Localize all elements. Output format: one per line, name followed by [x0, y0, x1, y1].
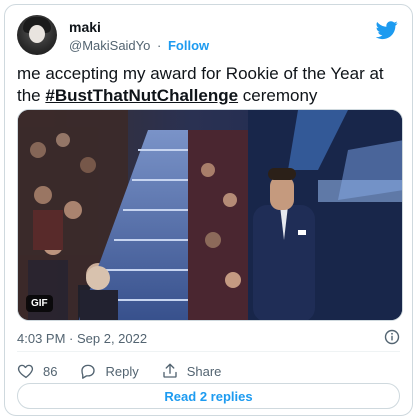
- reply-button[interactable]: Reply: [79, 362, 139, 380]
- like-button[interactable]: 86: [17, 362, 57, 380]
- info-icon[interactable]: [384, 329, 400, 345]
- reply-bubble-icon: [81, 364, 96, 379]
- separator-dot: ·: [157, 38, 162, 53]
- avatar-face: [29, 25, 45, 43]
- display-name[interactable]: maki: [69, 19, 101, 35]
- tweet-header: maki @MakiSaidYo · Follow: [17, 15, 400, 59]
- hashtag-link[interactable]: #BustThatNutChallenge: [45, 86, 238, 105]
- share-label: Share: [186, 363, 222, 379]
- gif-badge: GIF: [26, 295, 53, 312]
- user-handle[interactable]: @MakiSaidYo: [69, 38, 150, 53]
- like-count: 86: [43, 363, 58, 379]
- divider: [17, 351, 400, 352]
- gif-frame-scene: [18, 110, 402, 320]
- twitter-bird-icon[interactable]: [376, 19, 398, 41]
- heart-icon: [17, 364, 34, 379]
- gif-media[interactable]: GIF: [17, 109, 403, 321]
- reply-label: Reply: [105, 363, 139, 379]
- seats-middle: [188, 130, 248, 320]
- action-bar: 86 Reply Share: [17, 361, 243, 381]
- share-upload-icon: [163, 363, 177, 378]
- handle-row: @MakiSaidYo · Follow: [69, 38, 209, 53]
- tweet-timestamp[interactable]: 4:03 PM · Sep 2, 2022: [17, 331, 147, 346]
- tweet-card: maki @MakiSaidYo · Follow me accepting m…: [4, 4, 413, 416]
- read-replies-button[interactable]: Read 2 replies: [17, 383, 400, 409]
- follow-button[interactable]: Follow: [168, 38, 209, 53]
- share-button[interactable]: Share: [161, 362, 222, 380]
- avatar[interactable]: [17, 15, 57, 55]
